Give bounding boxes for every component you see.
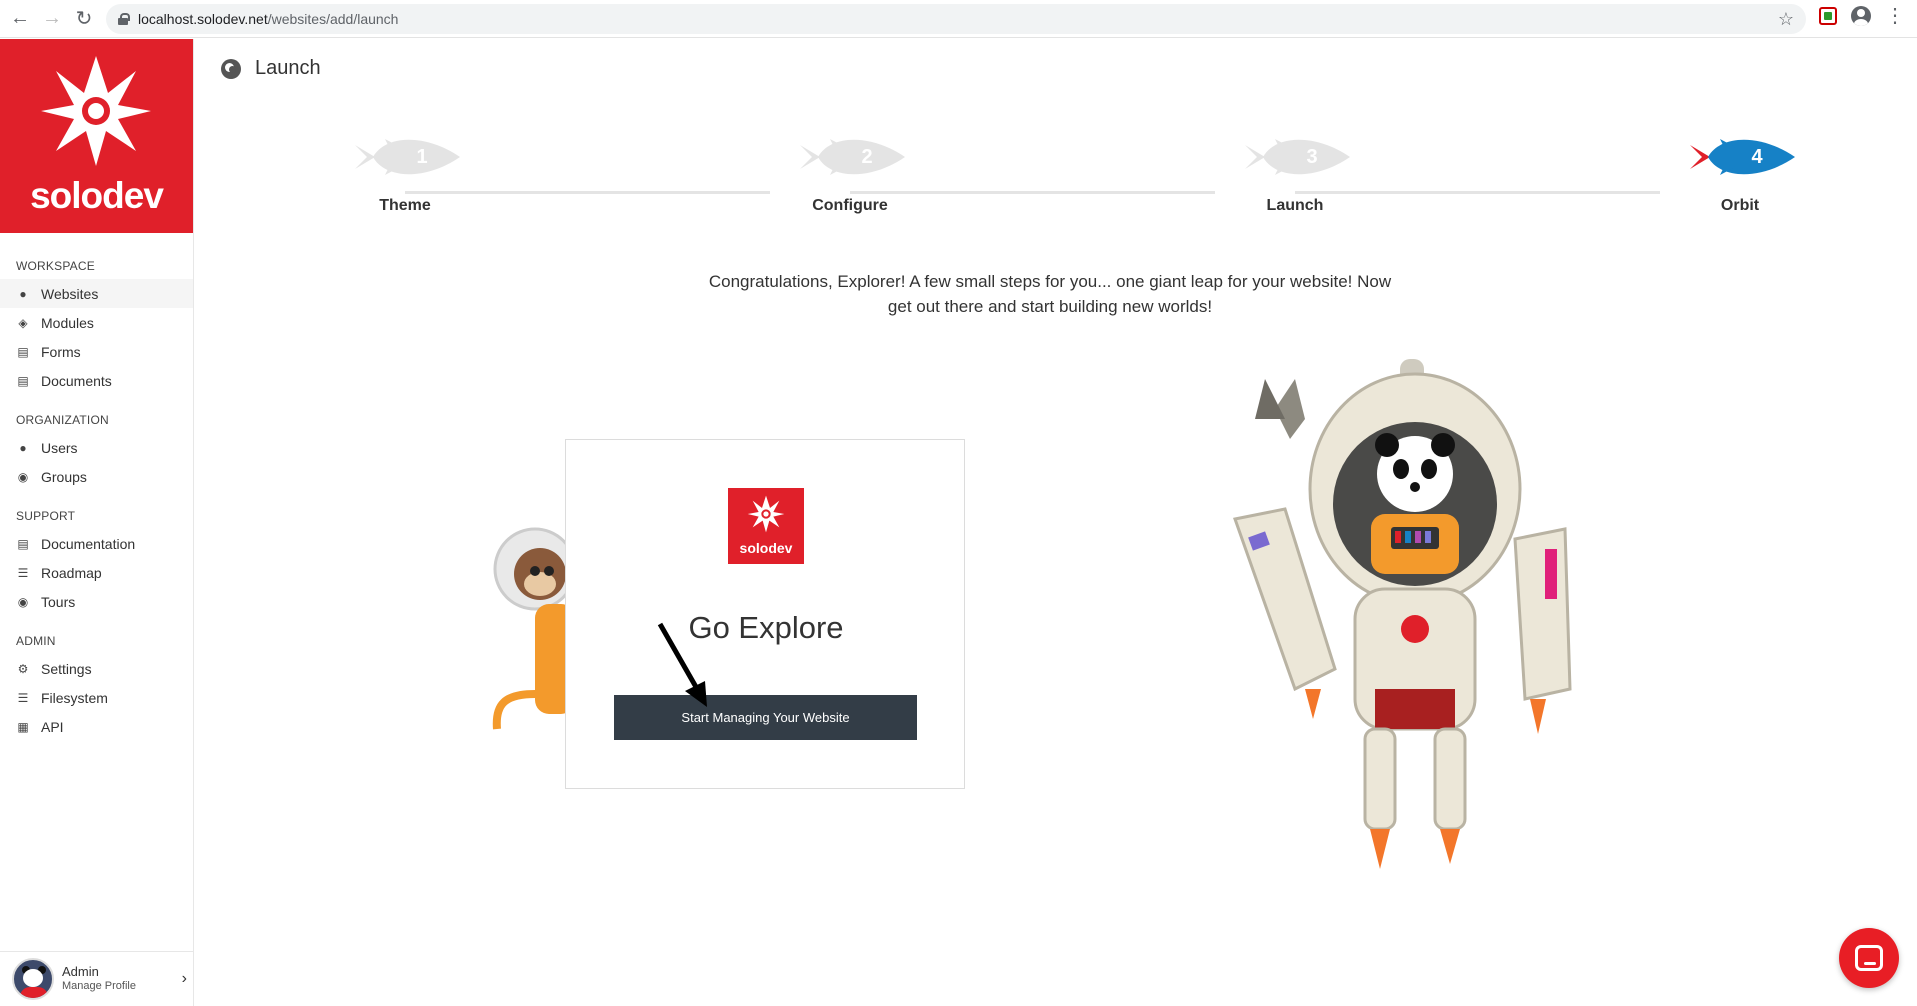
step-label: Orbit — [1720, 197, 1760, 214]
url-text: localhost.solodev.net/websites/add/launc… — [138, 11, 399, 27]
step-number: 2 — [861, 146, 873, 168]
sidebar-item-label: Groups — [41, 468, 87, 485]
solodev-logo: solodev — [728, 488, 804, 564]
sidebar-item-tours[interactable]: ◉ Tours — [0, 587, 193, 616]
sidebar-item-label: Modules — [41, 314, 94, 331]
gear-icon: ⚙ — [17, 661, 29, 676]
step-label: Configure — [812, 197, 888, 214]
step-number: 1 — [416, 146, 428, 168]
brand-name: solodev — [30, 175, 164, 216]
rocket-icon: 2 — [790, 127, 910, 187]
avatar — [12, 958, 54, 1000]
sitemap-icon: ▦ — [17, 719, 29, 734]
globe-icon: ● — [19, 286, 27, 301]
profile-footer[interactable]: Admin Manage Profile › — [0, 951, 193, 1006]
back-arrow-icon[interactable]: ← — [8, 7, 32, 31]
rocket-icon: 3 — [1235, 127, 1355, 187]
manage-profile-link[interactable]: Manage Profile — [62, 979, 136, 994]
users-icon: ◉ — [17, 469, 29, 484]
page-header: Launch — [221, 57, 321, 80]
reload-icon[interactable]: ↻ — [72, 7, 96, 31]
sidebar-item-websites[interactable]: ● Websites — [0, 279, 193, 308]
nav-section: ADMIN ⚙ Settings ☰ Filesystem ▦ API — [0, 634, 193, 741]
card-heading: Go Explore — [688, 610, 844, 645]
sidebar-item-label: Forms — [41, 343, 81, 360]
logo-text: solodev — [739, 540, 793, 556]
compass-icon: ◉ — [17, 594, 29, 609]
sidebar-item-roadmap[interactable]: ☰ Roadmap — [0, 558, 193, 587]
roadmap-icon: ☰ — [17, 565, 29, 580]
chat-icon — [1855, 945, 1883, 971]
sidebar: solodev WORKSPACE ● Websites ◈ Modules ▤ Forms… — [0, 39, 194, 1006]
help-chat-button[interactable] — [1839, 928, 1899, 988]
sidebar-item-settings[interactable]: ⚙ Settings — [0, 654, 193, 683]
user-name: Admin — [62, 964, 99, 979]
lock-icon — [118, 13, 130, 25]
sidebar-item-label: Roadmap — [41, 564, 102, 581]
document-icon: ▤ — [17, 373, 29, 388]
sidebar-item-api[interactable]: ▦ API — [0, 712, 193, 741]
nav-section: ORGANIZATION ● Users ◉ Groups — [0, 413, 193, 491]
main-content: Launch 1 Theme 2 Configure 3 Launch 4 Orbit Con… — [195, 39, 1917, 1006]
browser-toolbar: ← → ↻ localhost.solodev.net/websites/add… — [0, 0, 1917, 38]
rocket-icon: 1 — [345, 127, 465, 187]
browser-menu-icon[interactable]: ⋮ — [1885, 6, 1905, 26]
step-number: 4 — [1751, 146, 1763, 168]
sidebar-item-label: Documentation — [41, 535, 136, 552]
wizard-steps: 1 Theme 2 Configure 3 Launch 4 Orbit — [335, 127, 1917, 227]
sidebar-item-modules[interactable]: ◈ Modules — [0, 308, 193, 337]
step-label: Theme — [379, 197, 431, 214]
page-title: Launch — [255, 57, 321, 79]
extension-icon[interactable] — [1819, 7, 1837, 25]
sidebar-item-users[interactable]: ● Users — [0, 433, 193, 462]
rocket-icon: 4 — [1680, 127, 1800, 187]
form-icon: ▤ — [17, 344, 29, 359]
sidebar-item-label: Tours — [41, 593, 76, 610]
panda-robot-illustration — [1233, 359, 1572, 869]
solodev-star-icon — [747, 495, 785, 533]
nav-section-title: WORKSPACE — [16, 259, 95, 273]
profile-icon[interactable] — [1851, 6, 1871, 26]
explore-card: solodev Go Explore Start Managing Your W… — [565, 439, 965, 789]
bookmark-star-icon[interactable]: ☆ — [1778, 9, 1794, 30]
address-bar[interactable]: localhost.solodev.net/websites/add/launc… — [106, 4, 1806, 34]
nav-section: WORKSPACE ● Websites ◈ Modules ▤ Forms ▤ Documen… — [0, 259, 193, 395]
sidebar-item-label: Settings — [41, 660, 92, 677]
sidebar-item-label: Documents — [41, 372, 112, 389]
sidebar-item-documents[interactable]: ▤ Documents — [0, 366, 193, 395]
sidebar-item-label: Users — [41, 439, 78, 456]
pointer-arrow-icon — [657, 622, 707, 707]
wizard-step-launch[interactable]: 3 Launch — [1225, 127, 1365, 215]
solodev-star-icon — [41, 56, 151, 166]
sidebar-item-label: Websites — [41, 285, 99, 302]
nav-section-title: ORGANIZATION — [16, 413, 109, 427]
wizard-step-theme[interactable]: 1 Theme — [335, 127, 475, 215]
user-icon: ● — [19, 440, 27, 455]
cubes-icon: ◈ — [18, 315, 28, 330]
step-label: Launch — [1266, 197, 1324, 214]
sidebar-item-label: Filesystem — [41, 689, 108, 706]
nav-section-title: ADMIN — [16, 634, 56, 648]
wizard-step-configure[interactable]: 2 Configure — [780, 127, 920, 215]
forward-arrow-icon[interactable]: → — [40, 7, 64, 31]
sidebar-item-label: API — [41, 718, 64, 735]
list-icon: ☰ — [17, 690, 29, 705]
globe-icon — [221, 58, 241, 79]
file-icon: ▤ — [17, 536, 29, 551]
step-number: 3 — [1306, 146, 1318, 168]
congrats-message: Congratulations, Explorer! A few small s… — [708, 272, 1392, 316]
nav-section: SUPPORT ▤ Documentation ☰ Roadmap ◉ Tours — [0, 509, 193, 616]
wizard-step-orbit[interactable]: 4 Orbit — [1670, 127, 1810, 215]
sidebar-item-documentation[interactable]: ▤ Documentation — [0, 529, 193, 558]
chevron-right-icon[interactable]: › — [182, 970, 187, 988]
sidebar-item-groups[interactable]: ◉ Groups — [0, 462, 193, 491]
brand-logo[interactable]: solodev — [0, 39, 193, 233]
sidebar-item-forms[interactable]: ▤ Forms — [0, 337, 193, 366]
nav-section-title: SUPPORT — [16, 509, 76, 523]
sidebar-item-filesystem[interactable]: ☰ Filesystem — [0, 683, 193, 712]
